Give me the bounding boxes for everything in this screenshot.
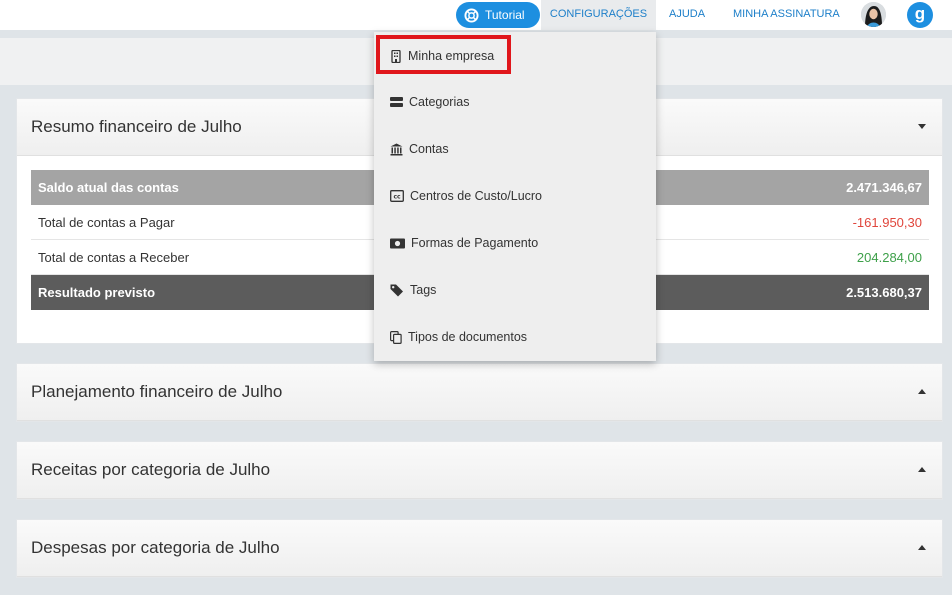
nav-minha-assinatura[interactable]: MINHA ASSINATURA — [733, 0, 840, 30]
caret-up-icon[interactable] — [918, 545, 926, 550]
menu-item-label: Contas — [409, 142, 449, 156]
menu-item-categorias[interactable]: Categorias — [390, 92, 469, 112]
menu-item-formas-pagamento[interactable]: Formas de Pagamento — [390, 233, 538, 253]
bank-icon — [390, 143, 403, 155]
lifebuoy-icon — [464, 7, 479, 23]
row-value: 204.284,00 — [856, 249, 922, 265]
cc-icon: cc — [390, 190, 404, 202]
caret-up-icon[interactable] — [918, 467, 926, 472]
categories-icon — [390, 97, 403, 107]
menu-item-tags[interactable]: Tags — [390, 280, 436, 300]
menu-item-label: Centros de Custo/Lucro — [410, 189, 543, 203]
panel-title: Despesas por categoria de Julho — [31, 538, 280, 557]
panel-receitas-header[interactable]: Receitas por categoria de Julho — [17, 442, 942, 499]
panel-title: Planejamento financeiro de Julho — [31, 382, 283, 401]
menu-item-label: Formas de Pagamento — [411, 236, 539, 250]
panel-receitas: Receitas por categoria de Julho — [16, 441, 943, 500]
menu-item-label: Tipos de documentos — [408, 330, 528, 344]
documents-icon — [390, 330, 402, 344]
avatar[interactable] — [861, 2, 886, 27]
user-avatar-icon — [861, 2, 886, 27]
menu-item-contas[interactable]: Contas — [390, 139, 449, 159]
panel-planejamento: Planejamento financeiro de Julho — [16, 363, 943, 422]
panel-title: Resumo financeiro de Julho — [31, 117, 242, 136]
money-icon — [390, 238, 405, 248]
menu-item-label: Tags — [410, 283, 437, 297]
row-value: -161.950,30 — [852, 214, 922, 230]
tutorial-button[interactable]: Tutorial — [456, 2, 540, 28]
menu-item-centros-custo[interactable]: cc Centros de Custo/Lucro — [390, 186, 542, 206]
row-value: 2.513.680,37 — [846, 285, 922, 300]
brand-logo[interactable]: g — [907, 2, 933, 28]
panel-despesas-header[interactable]: Despesas por categoria de Julho — [17, 520, 942, 577]
menu-item-label: Categorias — [409, 95, 470, 109]
panel-despesas: Despesas por categoria de Julho — [16, 519, 943, 578]
tag-icon — [390, 284, 403, 296]
panel-title: Receitas por categoria de Julho — [31, 460, 271, 479]
nav-ajuda[interactable]: AJUDA — [669, 0, 705, 30]
caret-up-icon[interactable] — [918, 389, 926, 394]
configuracoes-dropdown: Minha empresa Categorias Contas cc Centr… — [374, 32, 656, 361]
panel-planejamento-header[interactable]: Planejamento financeiro de Julho — [17, 364, 942, 421]
highlight-box — [376, 35, 511, 74]
menu-item-tipos-documentos[interactable]: Tipos de documentos — [390, 327, 527, 347]
caret-down-icon[interactable] — [918, 124, 926, 129]
tutorial-label: Tutorial — [485, 8, 525, 22]
svg-text:cc: cc — [393, 194, 401, 201]
row-value: 2.471.346,67 — [846, 180, 922, 195]
top-navbar: Tutorial CONFIGURAÇÕES AJUDA MINHA ASSIN… — [0, 0, 952, 30]
nav-configuracoes[interactable]: CONFIGURAÇÕES — [541, 0, 656, 30]
